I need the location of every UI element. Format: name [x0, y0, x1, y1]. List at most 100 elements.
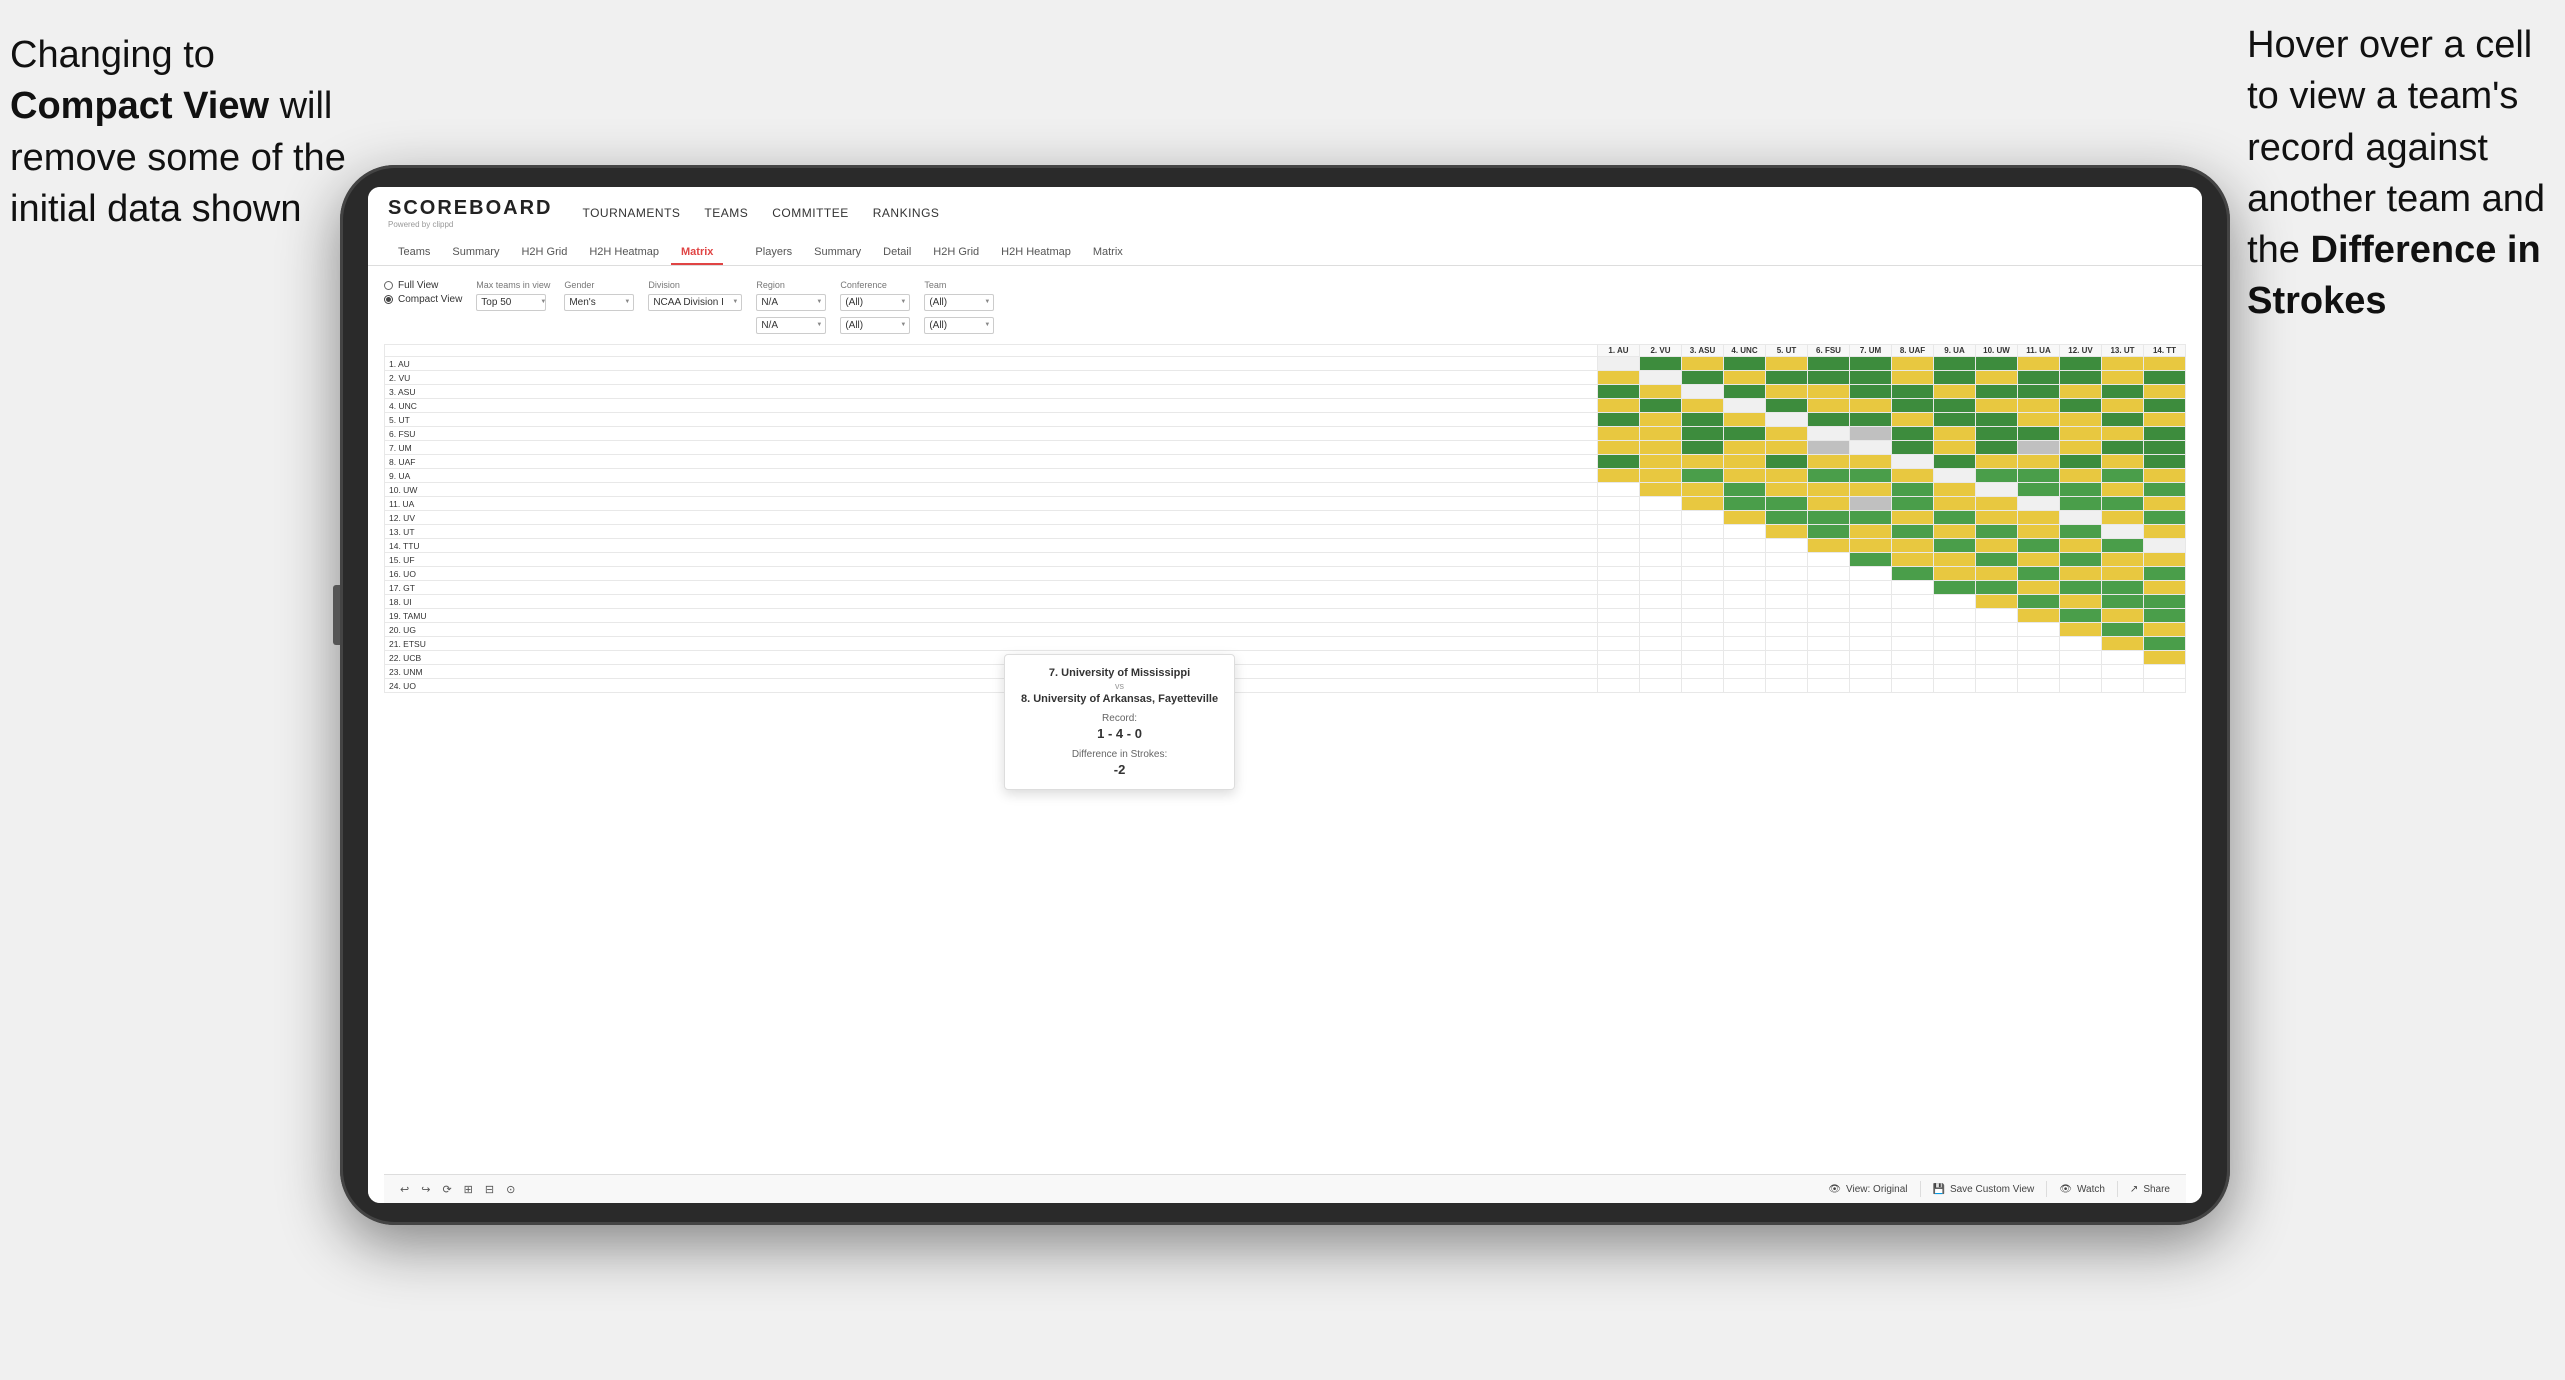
matrix-cell[interactable]: [1850, 385, 1892, 399]
matrix-cell[interactable]: [1766, 679, 1808, 693]
matrix-cell[interactable]: [1934, 595, 1976, 609]
matrix-cell[interactable]: [1682, 665, 1724, 679]
matrix-cell[interactable]: [2102, 399, 2144, 413]
matrix-cell[interactable]: [2144, 553, 2186, 567]
matrix-cell[interactable]: [1934, 371, 1976, 385]
matrix-cell[interactable]: [2144, 413, 2186, 427]
matrix-cell[interactable]: [1892, 497, 1934, 511]
matrix-cell[interactable]: [1892, 511, 1934, 525]
save-custom-button[interactable]: 💾 Save Custom View: [1933, 1184, 2035, 1195]
matrix-cell[interactable]: [1682, 581, 1724, 595]
matrix-cell[interactable]: [1976, 483, 2018, 497]
matrix-cell[interactable]: [2060, 623, 2102, 637]
matrix-cell[interactable]: [1724, 595, 1766, 609]
matrix-cell[interactable]: [1640, 497, 1682, 511]
matrix-cell[interactable]: [2018, 651, 2060, 665]
matrix-cell[interactable]: [2102, 665, 2144, 679]
matrix-cell[interactable]: [2018, 637, 2060, 651]
matrix-cell[interactable]: [1724, 357, 1766, 371]
matrix-cell[interactable]: [1850, 399, 1892, 413]
matrix-cell[interactable]: [1724, 455, 1766, 469]
matrix-cell[interactable]: [1850, 371, 1892, 385]
conference-select2[interactable]: (All): [840, 317, 910, 334]
matrix-cell[interactable]: [1682, 623, 1724, 637]
matrix-cell[interactable]: [1892, 413, 1934, 427]
matrix-cell[interactable]: [1934, 399, 1976, 413]
matrix-cell[interactable]: [1892, 371, 1934, 385]
matrix-cell[interactable]: [1640, 399, 1682, 413]
matrix-cell[interactable]: [1850, 497, 1892, 511]
full-view-radio[interactable]: [384, 281, 393, 290]
matrix-cell[interactable]: [1682, 651, 1724, 665]
matrix-cell[interactable]: [1640, 665, 1682, 679]
matrix-cell[interactable]: [1934, 553, 1976, 567]
matrix-cell[interactable]: [2144, 595, 2186, 609]
matrix-cell[interactable]: [2102, 483, 2144, 497]
matrix-cell[interactable]: [1598, 371, 1640, 385]
matrix-cell[interactable]: [1892, 609, 1934, 623]
matrix-cell[interactable]: [1640, 539, 1682, 553]
matrix-cell[interactable]: [2060, 595, 2102, 609]
nav-committee[interactable]: COMMITTEE: [772, 206, 849, 220]
matrix-cell[interactable]: [2102, 385, 2144, 399]
matrix-cell[interactable]: [1976, 511, 2018, 525]
matrix-cell[interactable]: [1976, 413, 2018, 427]
matrix-cell[interactable]: [1892, 553, 1934, 567]
matrix-cell[interactable]: [2144, 609, 2186, 623]
matrix-cell[interactable]: [1808, 665, 1850, 679]
matrix-cell[interactable]: [2018, 371, 2060, 385]
matrix-cell[interactable]: [1682, 525, 1724, 539]
matrix-cell[interactable]: [1682, 511, 1724, 525]
matrix-cell[interactable]: [1682, 553, 1724, 567]
matrix-cell[interactable]: [1892, 595, 1934, 609]
tab-h2h-grid[interactable]: H2H Grid: [511, 241, 577, 265]
gender-select[interactable]: Men's: [564, 294, 634, 311]
matrix-cell[interactable]: [1892, 525, 1934, 539]
matrix-cell[interactable]: [2060, 581, 2102, 595]
matrix-cell[interactable]: [1724, 441, 1766, 455]
matrix-cell[interactable]: [1892, 399, 1934, 413]
matrix-cell[interactable]: [1598, 413, 1640, 427]
matrix-cell[interactable]: [1850, 609, 1892, 623]
matrix-cell[interactable]: [1934, 609, 1976, 623]
matrix-cell[interactable]: [1598, 679, 1640, 693]
matrix-cell[interactable]: [1682, 385, 1724, 399]
matrix-cell[interactable]: [1850, 483, 1892, 497]
matrix-cell[interactable]: [2060, 679, 2102, 693]
matrix-cell[interactable]: [2060, 553, 2102, 567]
matrix-cell[interactable]: [1766, 651, 1808, 665]
matrix-cell[interactable]: [1640, 483, 1682, 497]
matrix-cell[interactable]: [1850, 567, 1892, 581]
matrix-cell[interactable]: [1850, 357, 1892, 371]
matrix-cell[interactable]: [1682, 679, 1724, 693]
matrix-cell[interactable]: [1892, 651, 1934, 665]
matrix-cell[interactable]: [2018, 553, 2060, 567]
full-view-option[interactable]: Full View: [384, 280, 462, 291]
matrix-cell[interactable]: [1808, 595, 1850, 609]
matrix-cell[interactable]: [1598, 441, 1640, 455]
matrix-cell[interactable]: [1766, 623, 1808, 637]
matrix-cell[interactable]: [2144, 427, 2186, 441]
matrix-cell[interactable]: [1808, 637, 1850, 651]
matrix-cell[interactable]: [1850, 595, 1892, 609]
matrix-cell[interactable]: [1976, 567, 2018, 581]
matrix-cell[interactable]: [1682, 567, 1724, 581]
division-select[interactable]: NCAA Division I: [648, 294, 742, 311]
matrix-cell[interactable]: [1976, 497, 2018, 511]
matrix-cell[interactable]: [1976, 651, 2018, 665]
matrix-cell[interactable]: [1640, 581, 1682, 595]
matrix-cell[interactable]: [2018, 609, 2060, 623]
compact-view-option[interactable]: Compact View: [384, 294, 462, 305]
matrix-cell[interactable]: [1598, 483, 1640, 497]
matrix-cell[interactable]: [1976, 525, 2018, 539]
matrix-cell[interactable]: [2144, 399, 2186, 413]
matrix-cell[interactable]: [1808, 483, 1850, 497]
matrix-cell[interactable]: [1850, 553, 1892, 567]
matrix-cell[interactable]: [1850, 539, 1892, 553]
matrix-cell[interactable]: [1598, 427, 1640, 441]
matrix-cell[interactable]: [2018, 539, 2060, 553]
matrix-cell[interactable]: [1850, 455, 1892, 469]
matrix-cell[interactable]: [1808, 441, 1850, 455]
matrix-cell[interactable]: [1976, 427, 2018, 441]
matrix-cell[interactable]: [1934, 525, 1976, 539]
